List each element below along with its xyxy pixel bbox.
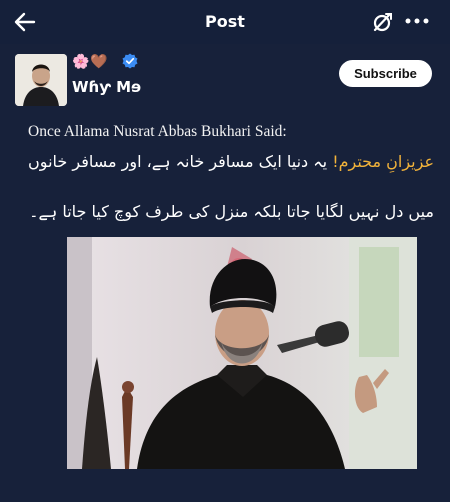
urdu-highlight: عزیزانِ محترم! bbox=[332, 152, 434, 171]
post-image[interactable] bbox=[67, 237, 417, 469]
more-dots-icon[interactable] bbox=[405, 16, 429, 26]
nostr-slash-icon[interactable] bbox=[371, 11, 393, 33]
post-text-urdu-line-1: عزیزانِ محترم! یہ دنیا ایک مسافر خانہ ہے… bbox=[18, 152, 434, 171]
urdu-line-1-rest: یہ دنیا ایک مسافر خانہ ہے، اور مسافر خان… bbox=[28, 152, 333, 171]
avatar[interactable] bbox=[15, 54, 67, 106]
verified-badge-icon bbox=[122, 53, 138, 69]
top-bar: Post bbox=[0, 0, 450, 44]
post-text-english: Once Allama Nusrat Abbas Bukhari Said: bbox=[28, 123, 287, 140]
name-emojis: 🌸🤎 bbox=[72, 54, 109, 70]
subscribe-button[interactable]: Subscribe bbox=[339, 60, 432, 87]
author-name[interactable]: Wɦƴ Mɘ bbox=[72, 78, 141, 96]
author-row: 🌸🤎 Wɦƴ Mɘ Subscribe bbox=[0, 44, 450, 110]
post-text-urdu-line-2: میں دل نہیں لگایا جاتا بلکہ منزل کی طرف … bbox=[29, 202, 434, 221]
